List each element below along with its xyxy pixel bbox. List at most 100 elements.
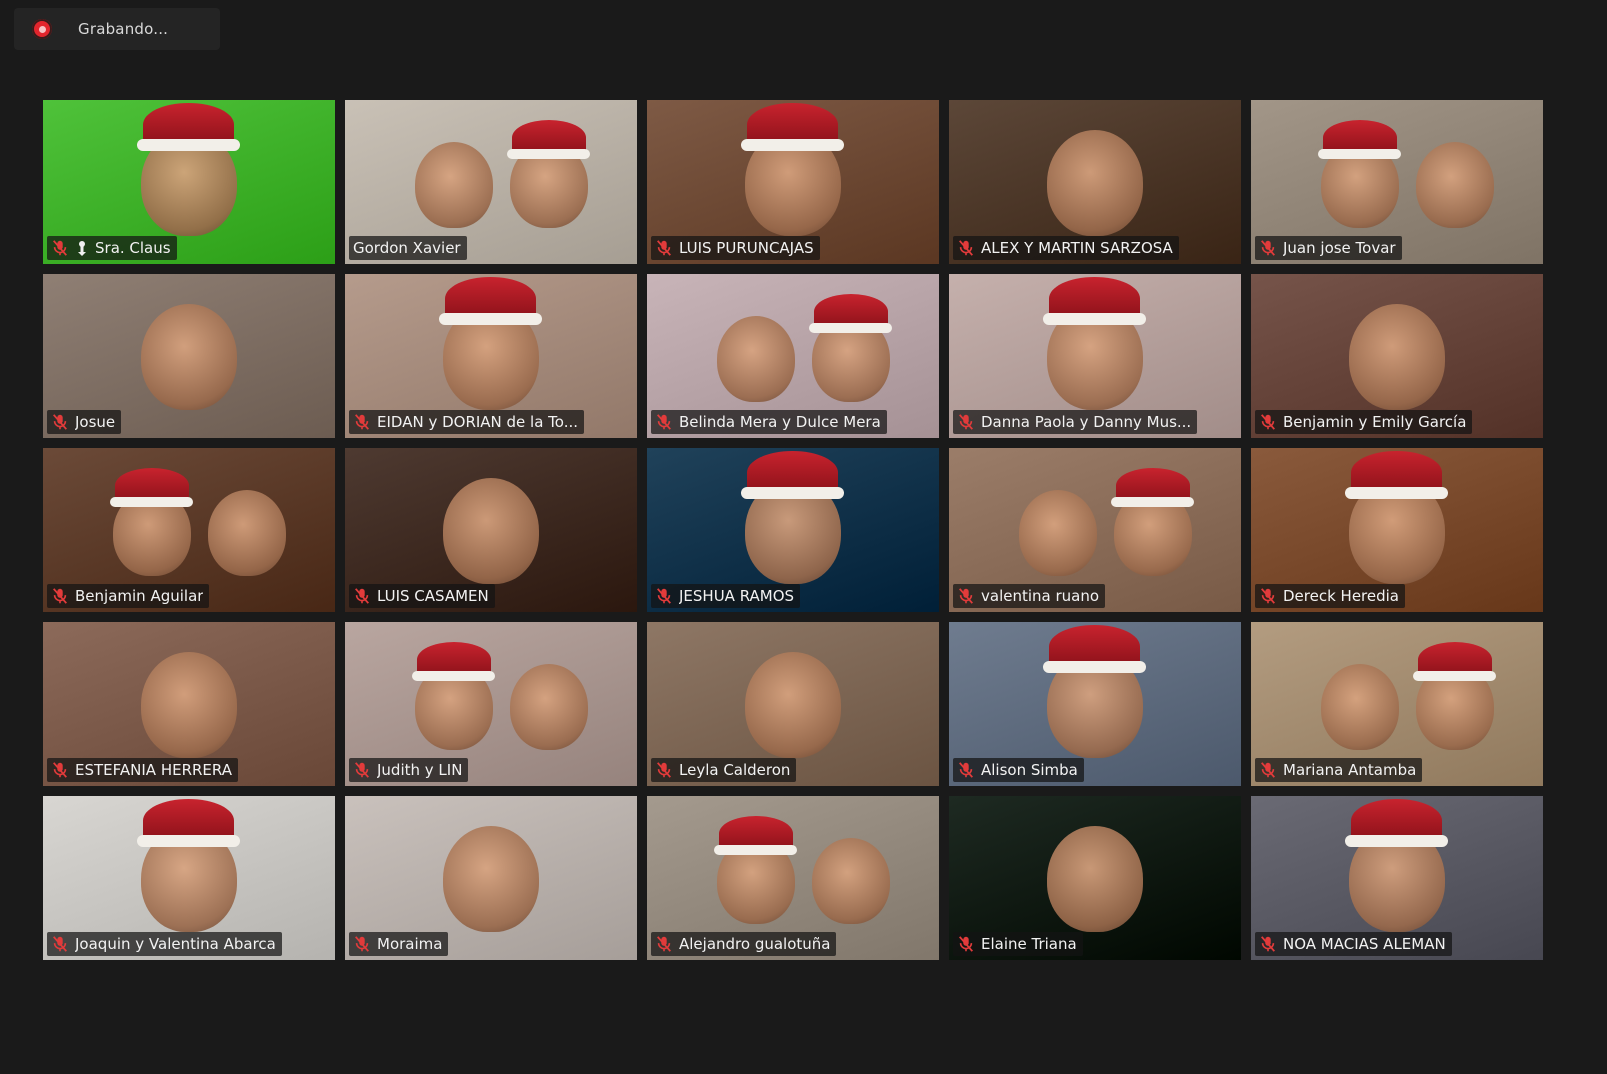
mic-muted-icon [353,935,371,953]
participant-name: JESHUA RAMOS [679,587,795,605]
participant-name: LUIS PURUNCAJAS [679,239,814,257]
mic-muted-icon [51,935,69,953]
participant-tile[interactable]: Alison Simba [949,622,1241,786]
participant-name: Sra. Claus [95,239,171,257]
participant-name-bar: Danna Paola y Danny Mus... [953,410,1198,434]
participant-name: Moraima [377,935,443,953]
participant-tile[interactable]: ALEX Y MARTIN SARZOSA [949,100,1241,264]
santa-hat [809,294,893,333]
santa-hat [714,816,798,855]
participant-tile[interactable]: Sra. Claus [43,100,335,264]
santa-hat [1345,451,1448,499]
mic-muted-icon [51,587,69,605]
participant-name-bar: Benjamin y Emily García [1255,410,1473,434]
participant-face [1416,142,1494,228]
participant-name-bar: Joaquin y Valentina Abarca [47,932,282,956]
participant-name: ALEX Y MARTIN SARZOSA [981,239,1173,257]
participant-name-bar: Josue [47,410,122,434]
participant-name: Gordon Xavier [353,239,461,257]
participant-tile[interactable]: Josue [43,274,335,438]
participant-name-bar: Judith y LIN [349,758,469,782]
participant-face [812,838,890,924]
spotlight-icon [75,240,89,256]
participant-name: Elaine Triana [981,935,1077,953]
participant-name: Danna Paola y Danny Mus... [981,413,1192,431]
participant-face [1321,664,1399,750]
participant-tile[interactable]: Joaquin y Valentina Abarca [43,796,335,960]
santa-hat [1043,625,1146,673]
participant-tile[interactable]: Mariana Antamba [1251,622,1543,786]
participant-name: LUIS CASAMEN [377,587,489,605]
mic-muted-icon [957,413,975,431]
participant-tile[interactable]: LUIS PURUNCAJAS [647,100,939,264]
participant-name-bar: Sra. Claus [47,236,177,260]
mic-muted-icon [655,935,673,953]
participant-name-bar: Moraima [349,932,449,956]
santa-hat [741,103,844,151]
participant-tile[interactable]: Elaine Triana [949,796,1241,960]
participant-tile[interactable]: valentina ruano [949,448,1241,612]
participant-face [745,652,841,758]
mic-muted-icon [353,413,371,431]
santa-hat [137,103,240,151]
participant-tile[interactable]: Alejandro gualotuña [647,796,939,960]
participant-tile[interactable]: Juan jose Tovar [1251,100,1543,264]
santa-hat [1413,642,1497,681]
mic-muted-icon [655,761,673,779]
mic-muted-icon [51,761,69,779]
participant-face [141,304,237,410]
participant-tile[interactable]: ESTEFANIA HERRERA [43,622,335,786]
participant-name-bar: ESTEFANIA HERRERA [47,758,238,782]
recording-label: Grabando... [78,20,169,38]
mic-muted-icon [655,239,673,257]
participant-tile[interactable]: Dereck Heredia [1251,448,1543,612]
participant-tile[interactable]: Leyla Calderon [647,622,939,786]
santa-hat [412,642,496,681]
participant-tile[interactable]: Benjamin y Emily García [1251,274,1543,438]
mic-muted-icon [957,761,975,779]
participant-name-bar: Benjamin Aguilar [47,584,210,608]
participant-tile[interactable]: NOA MACIAS ALEMAN [1251,796,1543,960]
participant-face [443,478,539,584]
participant-name-bar: EIDAN y DORIAN de la To... [349,410,585,434]
santa-hat [1043,277,1146,325]
participant-name-bar: valentina ruano [953,584,1106,608]
participant-name-bar: Alejandro gualotuña [651,932,837,956]
participant-name-bar: JESHUA RAMOS [651,584,801,608]
mic-muted-icon [1259,239,1277,257]
participant-name: valentina ruano [981,587,1100,605]
participant-face [1019,490,1097,576]
santa-hat [507,120,591,159]
participant-name-bar: Dereck Heredia [1255,584,1406,608]
participant-name-bar: Juan jose Tovar [1255,236,1402,260]
participant-face [510,664,588,750]
participant-tile[interactable]: Moraima [345,796,637,960]
participant-name: Alejandro gualotuña [679,935,831,953]
participant-name: Mariana Antamba [1283,761,1417,779]
santa-hat [1345,799,1448,847]
participant-tile[interactable]: JESHUA RAMOS [647,448,939,612]
participant-name: Alison Simba [981,761,1078,779]
mic-muted-icon [353,761,371,779]
participant-tile[interactable]: Judith y LIN [345,622,637,786]
participant-name-bar: LUIS CASAMEN [349,584,495,608]
participant-face [141,652,237,758]
participant-name-bar: ALEX Y MARTIN SARZOSA [953,236,1179,260]
mic-muted-icon [655,587,673,605]
participant-tile[interactable]: Danna Paola y Danny Mus... [949,274,1241,438]
santa-hat [1111,468,1195,507]
participant-tile[interactable]: Belinda Mera y Dulce Mera [647,274,939,438]
participant-name: NOA MACIAS ALEMAN [1283,935,1446,953]
santa-hat [110,468,194,507]
zoom-gallery-window: Grabando... Sra. Claus Gordon Xavier LUIS … [0,0,1607,1074]
participant-tile[interactable]: LUIS CASAMEN [345,448,637,612]
participant-name-bar: Leyla Calderon [651,758,797,782]
participant-tile[interactable]: Benjamin Aguilar [43,448,335,612]
participant-face [1349,304,1445,410]
mic-muted-icon [957,239,975,257]
participant-tile[interactable]: Gordon Xavier [345,100,637,264]
participant-face [415,142,493,228]
recording-indicator[interactable]: Grabando... [14,8,220,50]
participant-tile[interactable]: EIDAN y DORIAN de la To... [345,274,637,438]
mic-muted-icon [1259,761,1277,779]
